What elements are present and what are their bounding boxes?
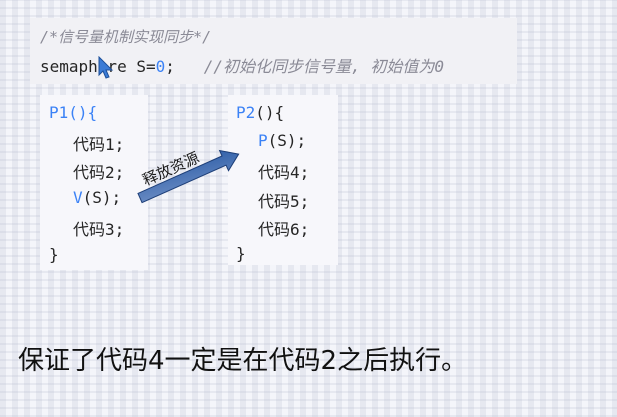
caption-subtitle: 保证了代码4一定是在代码2之后执行。 [18, 346, 468, 376]
declaration-comment: //初始化同步信号量, 初始值为0 [203, 57, 444, 76]
p1-line-2: 代码2; [73, 163, 125, 182]
declaration-end: ; [165, 57, 175, 76]
p2-header: P2(){ [236, 103, 285, 122]
p1-line-4: 代码3; [73, 220, 125, 239]
p2-close: } [236, 244, 246, 263]
arrow-right-icon: 释放资源 [137, 149, 240, 204]
declaration-value: 0 [155, 57, 166, 76]
p1-header: P1(){ [49, 103, 98, 122]
p1-close: } [49, 245, 59, 264]
p2-line-2: 代码4; [258, 163, 310, 182]
comment-text: /*信号量机制实现同步*/ [40, 28, 212, 46]
mouse-pointer-icon [98, 56, 114, 79]
p2-line-1: P(S); [258, 131, 307, 150]
p1-line-3: V(S); [73, 188, 122, 207]
p2-line-4: 代码6; [258, 220, 310, 239]
code-comment-title: /*信号量机制实现同步*/ [40, 26, 211, 47]
p2-line-3: 代码5; [258, 192, 310, 211]
p1-line-1: 代码1; [73, 135, 125, 154]
